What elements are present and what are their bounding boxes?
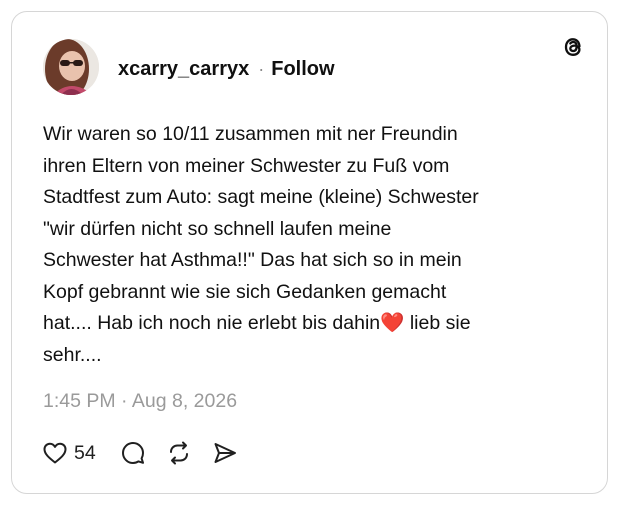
post-timestamp: 1:45 PM · Aug 8, 2026 xyxy=(43,390,238,412)
post-text-line: Stadtfest zum Auto: sagt meine (kleine) … xyxy=(43,186,479,208)
post-text: Wir waren so 10/11 zusammen mit ner Freu… xyxy=(43,119,583,371)
threads-logo-icon[interactable] xyxy=(560,34,586,60)
post-text-line: Schwester hat Asthma!!" Das hat sich so … xyxy=(43,249,462,271)
repost-button[interactable] xyxy=(166,440,192,466)
post-text-line-part: lieb sie xyxy=(404,312,471,334)
post-text-line: Kopf gebrannt wie sie sich Gedanken gema… xyxy=(43,280,447,303)
separator-dot: · xyxy=(258,58,265,79)
reply-button[interactable] xyxy=(120,440,146,466)
avatar-image xyxy=(43,39,99,95)
action-bar: 54 xyxy=(42,438,238,468)
like-button[interactable]: 54 xyxy=(42,441,96,465)
heart-icon xyxy=(43,442,67,464)
share-button[interactable] xyxy=(212,440,238,466)
post-text-line: Wir waren so 10/11 zusammen mit ner Freu… xyxy=(43,123,458,145)
post-text-line-part: hat.... Hab ich noch nie erlebt bis dahi… xyxy=(43,312,381,334)
comment-bubble-icon xyxy=(121,442,144,464)
heart-emoji: ❤️ xyxy=(380,312,405,334)
username[interactable]: xcarry_carryx xyxy=(118,58,249,81)
post-text-line: "wir dürfen nicht so schnell laufen mein… xyxy=(43,217,392,240)
post-text-line: hat.... Hab ich noch nie erlebt bis dahi… xyxy=(43,308,583,340)
avatar[interactable] xyxy=(43,39,99,95)
post-text-line: ihren Eltern von meiner Schwester zu Fuß… xyxy=(43,154,450,177)
follow-button[interactable]: Follow xyxy=(271,58,334,81)
repost-icon xyxy=(169,441,188,465)
post-header: xcarry_carryx · Follow xyxy=(118,56,335,82)
send-icon xyxy=(214,443,236,463)
post-text-line: sehr.... xyxy=(43,343,102,366)
like-count: 54 xyxy=(74,441,96,464)
post-card: xcarry_carryx · Follow Wir waren so 10/1… xyxy=(11,11,608,494)
